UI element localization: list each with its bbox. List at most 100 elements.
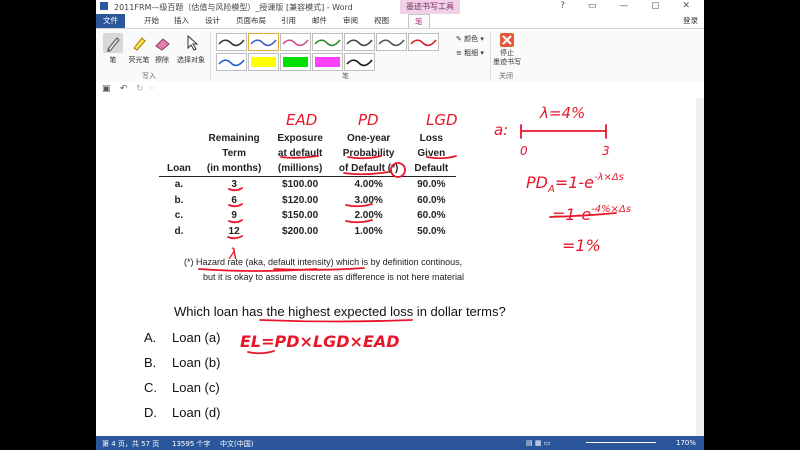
ribbon-separator: [210, 33, 211, 79]
word-logo-icon: [100, 2, 108, 10]
ink-el-formula: EL=PD×LGD×EAD: [240, 332, 400, 351]
ink-underline: [345, 219, 373, 224]
ink-underline: [280, 155, 319, 159]
stop-inking-label: 停止 墨迹书写: [493, 49, 521, 66]
tab-references[interactable]: 引用: [281, 14, 296, 28]
pen-swatch[interactable]: [280, 33, 311, 51]
write-group-label: 写入: [142, 72, 156, 80]
tab-file[interactable]: 文件: [96, 14, 125, 28]
ink-underline: [247, 350, 275, 355]
title-bar: 2011FRM—级百题（估值与风险模型）_授课版 [兼容模式] - Word 墨…: [96, 0, 704, 14]
pen-swatch[interactable]: [344, 53, 375, 71]
ink-tick-0: 0: [520, 144, 528, 158]
tab-review[interactable]: 审阅: [343, 14, 358, 28]
window-title: 2011FRM—级百题（估值与风险模型）_授课版 [兼容模式] - Word: [114, 3, 353, 12]
login-link[interactable]: 登录: [683, 14, 698, 28]
ink-pd-formula-1: PDA=1-e-λ×Δs: [526, 172, 624, 195]
eraser-tool-button[interactable]: 擦除: [152, 33, 172, 65]
ink-timeline: [520, 124, 607, 139]
vertical-scrollbar[interactable]: [696, 98, 704, 436]
pen-swatch[interactable]: [248, 33, 279, 51]
pen-swatch[interactable]: [376, 33, 407, 51]
stop-inking-button[interactable]: 停止 墨迹书写: [492, 33, 522, 67]
ink-pd-rest: =1-e: [555, 173, 594, 192]
pen-swatch[interactable]: [312, 53, 343, 71]
select-objects-icon: [181, 33, 201, 53]
view-mode-icons[interactable]: ▤ ▦ ▭: [526, 439, 550, 447]
ink-underline: [228, 187, 243, 192]
ink-underline: [227, 235, 243, 240]
eraser-tool-label: 擦除: [155, 56, 169, 64]
ink-pd-text: PD: [526, 173, 548, 192]
tab-design[interactable]: 设计: [205, 14, 220, 28]
ink-underline: [347, 155, 382, 160]
close-icon: [500, 33, 514, 47]
ink-pd-formula-2: =1-e-4%×Δs: [552, 204, 631, 224]
pen-swatch[interactable]: [280, 53, 311, 71]
ink-circle: [390, 162, 406, 178]
ribbon: 笔 荧光笔 擦除 选择对象 写入 ✎ 颜色 ▾ ≡ 粗细 ▾ 笔 停止 墨迹书写…: [96, 28, 704, 84]
pen-color-dropdown[interactable]: ✎ 颜色 ▾: [456, 34, 484, 44]
window-controls[interactable]: ? ▭ — ▢ ✕: [560, 1, 700, 11]
ink-lambda-label: λ: [228, 245, 238, 263]
ink-underline: [345, 203, 373, 208]
pen-tool-label: 笔: [109, 56, 117, 64]
redo-icon[interactable]: ↻: [136, 84, 144, 94]
pen-icon: [103, 33, 123, 53]
quick-access-bar: ▣ ↶ ↻ ⁼: [96, 82, 704, 99]
ink-underline: [273, 267, 365, 271]
eraser-icon: [152, 33, 172, 53]
ink-text: EAD PD LGD λ a: λ=4% 0 3 PDA=1-e-λ×Δs =1…: [228, 104, 631, 351]
document-page[interactable]: Remaining Exposure One-year Loss Term at…: [96, 98, 696, 436]
pen-group-label: 笔: [342, 72, 349, 80]
ink-tools-context-tab: 墨迹书写工具: [400, 0, 460, 14]
pen-thickness-label: 粗细: [464, 49, 479, 57]
customize-icon[interactable]: ⁼: [150, 86, 154, 94]
highlighter-tool-button[interactable]: 荧光笔: [126, 33, 152, 65]
ink-pd-subscript: A: [547, 184, 555, 195]
word-window: 2011FRM—级百题（估值与风险模型）_授课版 [兼容模式] - Word 墨…: [96, 0, 704, 450]
ink-underline: [228, 203, 243, 208]
tab-mailings[interactable]: 邮件: [312, 14, 327, 28]
zoom-slider[interactable]: [586, 442, 656, 443]
ink-pd-line2: =1-e: [552, 205, 591, 224]
pen-swatch[interactable]: [408, 33, 439, 51]
select-objects-label: 选择对象: [177, 56, 205, 64]
ink-lgd-label: LGD: [426, 111, 458, 129]
word-count[interactable]: 13595 个字: [172, 439, 211, 449]
ribbon-separator: [490, 33, 491, 79]
pen-thickness-dropdown[interactable]: ≡ 粗细 ▾: [456, 48, 484, 58]
pen-swatch[interactable]: [216, 53, 247, 71]
language-indicator[interactable]: 中文(中国): [220, 439, 253, 449]
tab-insert[interactable]: 插入: [174, 14, 189, 28]
ink-pd-line2-exponent: -4%×Δs: [591, 204, 631, 215]
page-count[interactable]: 第 4 页，共 57 页: [102, 439, 159, 449]
ink-underline: [426, 155, 457, 160]
ribbon-tabs: 文件 开始 插入 设计 页面布局 引用 邮件 审阅 视图 笔 登录: [96, 14, 704, 29]
ink-pd-result: =1%: [562, 236, 601, 255]
pen-swatch[interactable]: [216, 33, 247, 51]
undo-icon[interactable]: ↶: [120, 84, 128, 94]
pen-swatch[interactable]: [248, 53, 279, 71]
ink-a-label: a:: [494, 121, 508, 139]
pen-swatch[interactable]: [344, 33, 375, 51]
select-objects-button[interactable]: 选择对象: [174, 33, 208, 65]
pen-swatch[interactable]: [312, 33, 343, 51]
close-group-label: 关闭: [499, 72, 513, 80]
ink-pd-exponent: -λ×Δs: [594, 172, 624, 183]
status-bar: 第 4 页，共 57 页 13595 个字 中文(中国) ▤ ▦ ▭ 170%: [96, 436, 704, 450]
ink-underline: [343, 171, 389, 176]
zoom-level[interactable]: 170%: [676, 439, 696, 447]
ink-underline: [228, 219, 243, 224]
ink-underline: [259, 319, 413, 323]
ink-ead-label: EAD: [286, 111, 317, 129]
tab-pen[interactable]: 笔: [408, 14, 430, 29]
tab-view[interactable]: 视图: [374, 14, 389, 28]
save-icon[interactable]: ▣: [102, 84, 111, 94]
highlighter-tool-label: 荧光笔: [128, 56, 150, 64]
tab-layout[interactable]: 页面布局: [236, 14, 266, 28]
pen-tool-button[interactable]: 笔: [100, 33, 126, 65]
highlighter-icon: [129, 33, 149, 53]
tab-home[interactable]: 开始: [144, 14, 159, 28]
ink-lambda-eq: λ=4%: [539, 104, 585, 122]
